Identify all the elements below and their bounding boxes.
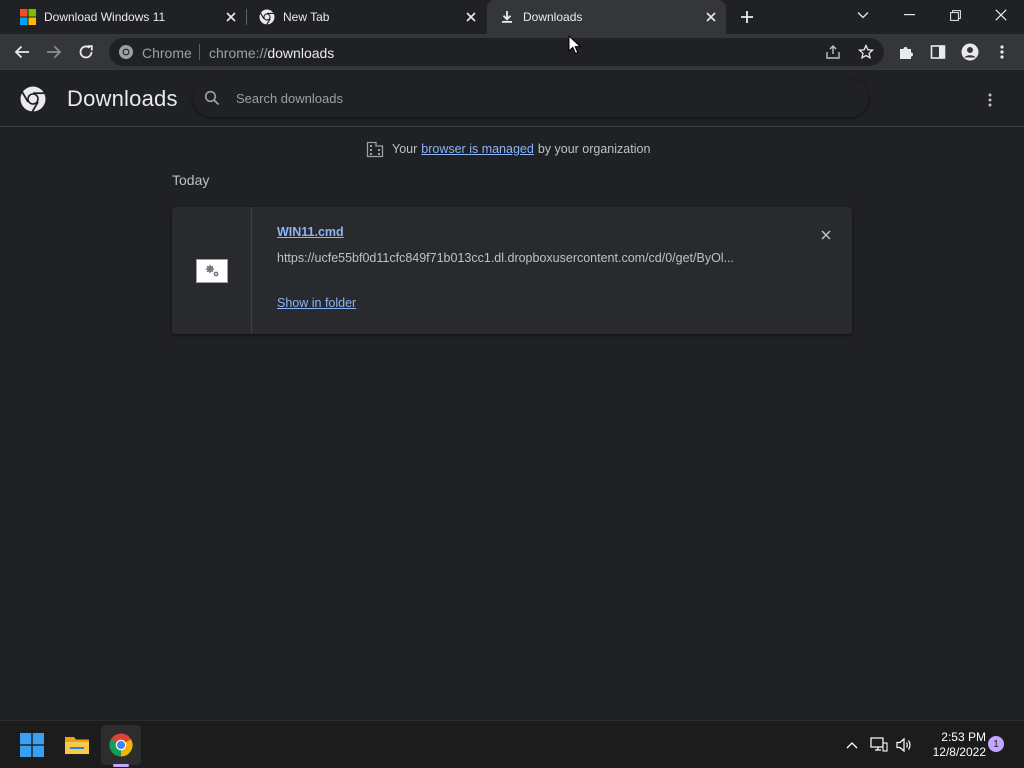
arrow-right-icon: [47, 45, 62, 59]
puzzle-icon: [900, 47, 913, 59]
tab-close-icon[interactable]: [462, 8, 480, 26]
tab-title: Downloads: [523, 10, 583, 24]
search-input[interactable]: [236, 88, 836, 108]
taskbar-clock[interactable]: 2:53 PM 12/8/2022: [920, 730, 986, 760]
omnibox-separator: [199, 44, 200, 60]
reload-icon: [79, 45, 93, 59]
chrome-taskbar-button[interactable]: [101, 725, 141, 765]
show-hidden-icons-button[interactable]: [842, 735, 862, 755]
tab-new-tab[interactable]: New Tab: [247, 0, 486, 34]
show-in-folder-link[interactable]: Show in folder: [277, 296, 356, 310]
new-tab-button[interactable]: [737, 7, 757, 27]
file-type-icon: [196, 259, 228, 283]
date-section-label: Today: [172, 172, 210, 188]
tab-search-button[interactable]: [840, 0, 886, 30]
url-scheme: chrome://: [209, 45, 268, 61]
plus-icon: [741, 11, 753, 23]
tab-title: Download Windows 11: [44, 10, 166, 24]
volume-button[interactable]: [894, 735, 914, 755]
address-bar[interactable]: Chrome chrome://downloads: [109, 38, 884, 66]
tab-title: New Tab: [283, 10, 330, 24]
close-icon: [995, 9, 1007, 21]
page-title: Downloads: [67, 86, 178, 111]
tab-downloads[interactable]: Downloads: [487, 0, 726, 34]
minimize-icon: [903, 14, 915, 16]
side-panel-button[interactable]: [926, 40, 950, 64]
profile-button[interactable]: [958, 40, 982, 64]
search-icon: [204, 90, 220, 106]
arrow-left-icon: [14, 45, 29, 59]
tab-strip: Download Windows 11 New Tab Downloads: [0, 0, 1024, 34]
tab-close-icon[interactable]: [702, 8, 720, 26]
restore-button[interactable]: [932, 0, 978, 30]
network-icon: [870, 737, 888, 752]
extensions-button[interactable]: [894, 40, 918, 64]
site-chip: Chrome: [142, 45, 192, 61]
chevron-up-icon: [846, 742, 858, 749]
url-text: chrome://downloads: [209, 45, 334, 61]
restore-icon: [949, 9, 961, 21]
chrome-menu-button[interactable]: [990, 40, 1014, 64]
side-panel-icon: [930, 45, 946, 59]
browser-toolbar: Chrome chrome://downloads: [0, 34, 1024, 70]
file-source-url[interactable]: https://ucfe55bf0d11cfc849f71b013cc1.dl.…: [277, 251, 772, 265]
kebab-menu-icon: [1000, 45, 1004, 59]
remove-download-button[interactable]: [816, 225, 836, 245]
close-icon: [821, 230, 831, 240]
downloads-header: Downloads: [0, 71, 1024, 127]
kebab-menu-icon: [988, 93, 992, 107]
notification-badge[interactable]: 1: [988, 736, 1004, 752]
managed-banner: Your browser is managed by your organiza…: [366, 140, 650, 158]
mouse-pointer-icon: [568, 35, 582, 55]
building-icon: [366, 141, 384, 158]
bookmark-button[interactable]: [856, 42, 876, 62]
reload-button[interactable]: [74, 40, 98, 64]
speaker-icon: [896, 737, 911, 753]
file-name-link[interactable]: WIN11.cmd: [277, 225, 344, 239]
browser-managed-link[interactable]: browser is managed: [421, 142, 534, 156]
share-button[interactable]: [823, 42, 843, 62]
folder-icon: [65, 737, 89, 754]
chevron-down-icon: [857, 12, 869, 19]
search-downloads-box[interactable]: [193, 79, 869, 117]
start-button[interactable]: [12, 725, 52, 765]
share-icon: [826, 45, 840, 59]
chrome-logo-icon: [119, 45, 133, 59]
minimize-button[interactable]: [886, 0, 932, 30]
download-icon: [502, 11, 512, 23]
close-window-button[interactable]: [978, 0, 1024, 30]
tab-download-windows-11[interactable]: Download Windows 11: [8, 0, 246, 34]
chrome-logo-icon: [259, 9, 275, 25]
chrome-logo-icon: [20, 86, 46, 112]
gears-icon: [205, 264, 219, 277]
managed-prefix: Your: [392, 142, 418, 156]
back-button[interactable]: [10, 40, 34, 64]
clock-time: 2:53 PM: [941, 730, 986, 744]
downloads-menu-button[interactable]: [978, 88, 1002, 112]
clock-date: 12/8/2022: [932, 745, 986, 759]
download-item: WIN11.cmd https://ucfe55bf0d11cfc849f71b…: [172, 207, 852, 334]
windows-logo-icon: [20, 9, 36, 25]
windows-start-icon: [20, 733, 44, 757]
active-app-indicator: [113, 764, 129, 767]
download-icon-column: [172, 207, 252, 334]
star-icon: [858, 44, 874, 60]
managed-suffix: by your organization: [537, 142, 651, 156]
windows-taskbar: [0, 720, 1024, 768]
file-explorer-button[interactable]: [57, 725, 97, 765]
tab-close-icon[interactable]: [222, 8, 240, 26]
forward-button[interactable]: [42, 40, 66, 64]
url-host: downloads: [267, 45, 335, 61]
chrome-logo-icon: [109, 733, 133, 757]
network-button[interactable]: [869, 735, 889, 755]
avatar-icon: [961, 43, 979, 61]
